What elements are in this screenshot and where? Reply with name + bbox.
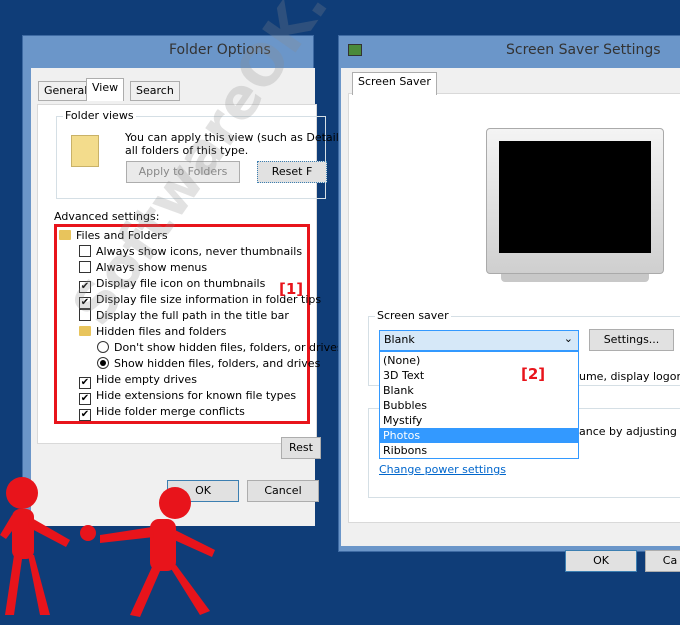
- item-label: Hidden files and folders: [96, 325, 227, 338]
- dropdown-option[interactable]: Mystify: [380, 413, 578, 428]
- annotation-1: [1]: [279, 280, 304, 298]
- advanced-item[interactable]: Show hidden files, folders, and drives: [97, 356, 320, 372]
- cancel-button[interactable]: Cancel: [247, 480, 319, 502]
- apply-to-folders-button[interactable]: Apply to Folders: [126, 161, 240, 183]
- tab-screen-saver[interactable]: Screen Saver: [352, 72, 437, 95]
- cancel-button[interactable]: Ca: [645, 550, 680, 572]
- behind-text: ume, display logon: [579, 370, 680, 383]
- advanced-item[interactable]: ✔ Display file icon on thumbnails: [79, 276, 266, 293]
- monitor-stand: [501, 274, 649, 282]
- folder-icon: [79, 326, 91, 336]
- folder-icon: [59, 230, 71, 240]
- item-label: Don't show hidden files, folders, or dri…: [114, 341, 343, 354]
- screen-saver-dropdown[interactable]: Blank ⌄: [379, 330, 579, 351]
- window-title: Screen Saver Settings: [506, 42, 661, 58]
- dropdown-option[interactable]: 3D Text: [380, 368, 578, 383]
- dropdown-value: Blank: [384, 333, 415, 346]
- checkbox[interactable]: [79, 245, 91, 257]
- annotation-2: [2]: [521, 365, 546, 383]
- screen-saver-app-icon: [348, 44, 362, 56]
- behind-text-2: ance by adjusting: [579, 425, 677, 438]
- preview-screen: [499, 141, 651, 253]
- dropdown-option[interactable]: Photos: [380, 428, 578, 443]
- folder-views-group: Folder views You can apply this view (su…: [56, 109, 345, 199]
- advanced-item[interactable]: Display the full path in the title bar: [79, 308, 289, 324]
- advanced-item[interactable]: ✔ Hide empty drives: [79, 372, 197, 389]
- monitor-preview: [486, 128, 664, 274]
- screen-saver-client: Screen Saver Screen saver ume, display l…: [341, 68, 680, 572]
- item-label: Always show icons, never thumbnails: [96, 245, 303, 258]
- advanced-item[interactable]: Always show icons, never thumbnails: [79, 244, 302, 260]
- item-label: Files and Folders: [76, 229, 168, 242]
- dropdown-option[interactable]: Ribbons: [380, 443, 578, 458]
- mascot-figures: [0, 477, 215, 617]
- item-label: Hide empty drives: [96, 373, 197, 386]
- advanced-item[interactable]: Don't show hidden files, folders, or dri…: [97, 340, 343, 356]
- checkbox[interactable]: [79, 309, 91, 321]
- advanced-settings-label: Advanced settings:: [54, 210, 160, 223]
- advanced-item[interactable]: ✔ Hide folder merge conflicts: [79, 404, 245, 421]
- folder-view-icon: [71, 135, 99, 167]
- dropdown-option[interactable]: (None): [380, 353, 578, 368]
- advanced-item[interactable]: ✔ Hide extensions for known file types: [79, 388, 297, 405]
- radio-button[interactable]: [97, 341, 109, 353]
- dropdown-option[interactable]: Blank: [380, 383, 578, 398]
- folder-options-window: Folder Options General View Search Folde…: [22, 35, 345, 526]
- checkbox[interactable]: [79, 261, 91, 273]
- dropdown-list[interactable]: (None) 3D Text Blank Bubbles Mystify Photos Ri…: [379, 351, 579, 459]
- checkbox[interactable]: ✔: [79, 409, 91, 421]
- folder-views-text: You can apply this view (such as Details: [125, 131, 345, 144]
- tab-view[interactable]: View: [86, 78, 125, 101]
- settings-button[interactable]: Settings...: [589, 329, 674, 351]
- ok-button[interactable]: OK: [565, 550, 637, 572]
- window-title: Folder Options: [169, 42, 271, 58]
- mascot-left: [0, 477, 70, 615]
- item-label: Hide extensions for known file types: [96, 389, 297, 402]
- group-label: Folder views: [63, 109, 136, 122]
- screen-saver-window: Screen Saver Settings Screen Saver Scree…: [338, 35, 680, 572]
- flower-icon: [80, 525, 96, 541]
- item-label: Display the full path in the title bar: [96, 309, 289, 322]
- item-label: Show hidden files, folders, and drives: [114, 357, 321, 370]
- item-label: Always show menus: [96, 261, 208, 274]
- group-label: Screen saver: [375, 309, 451, 322]
- dropdown-option[interactable]: Bubbles: [380, 398, 578, 413]
- chevron-down-icon: ⌄: [563, 332, 573, 345]
- reset-folders-button[interactable]: Reset F: [257, 161, 327, 183]
- advanced-item: Hidden files and folders: [79, 324, 226, 340]
- item-label: Hide folder merge conflicts: [96, 405, 245, 418]
- tab-search[interactable]: Search: [130, 81, 180, 101]
- mascot-right: [100, 487, 215, 617]
- advanced-item[interactable]: Always show menus: [79, 260, 207, 276]
- item-label: Display file icon on thumbnails: [96, 277, 266, 290]
- restore-defaults-button[interactable]: Rest: [281, 437, 321, 459]
- folder-views-text-2: all folders of this type.: [125, 144, 249, 157]
- advanced-item: Files and Folders: [59, 228, 168, 244]
- radio-button[interactable]: [97, 357, 109, 369]
- change-power-settings-link[interactable]: Change power settings: [379, 463, 506, 476]
